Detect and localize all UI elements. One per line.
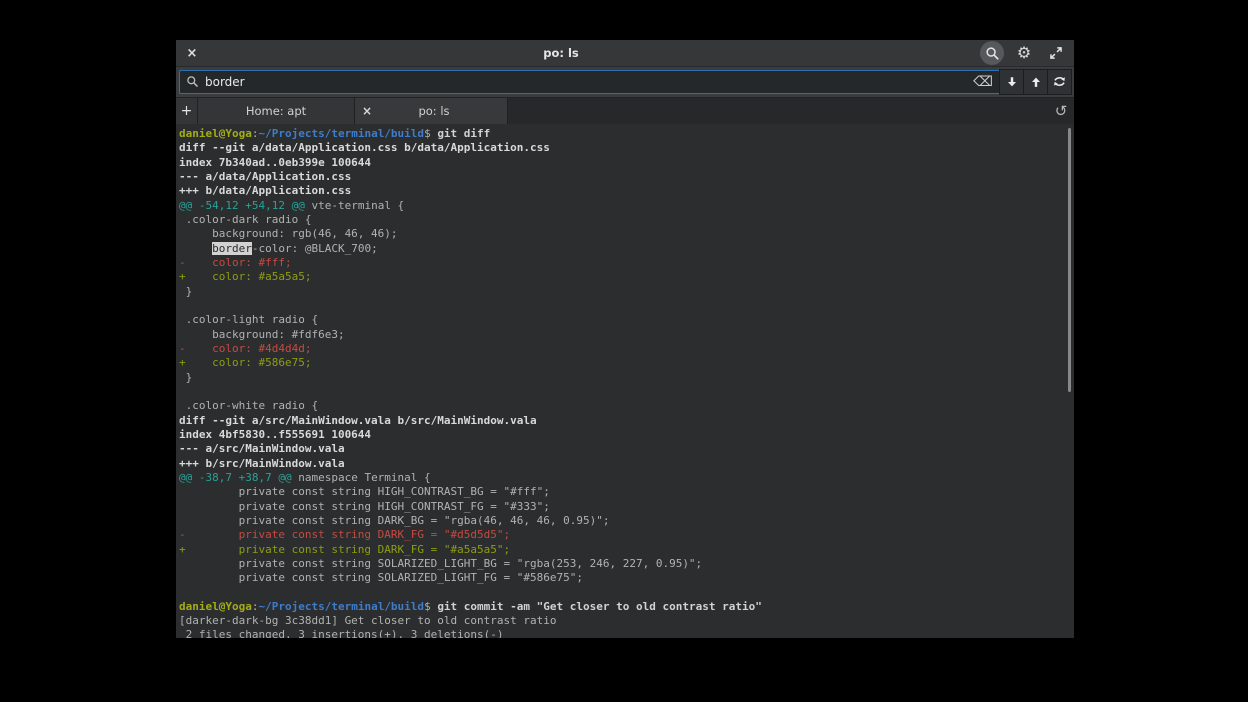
terminal-output: daniel@Yoga:~/Projects/terminal/build$ g… xyxy=(179,127,1074,638)
terminal-line: private const string SOLARIZED_LIGHT_FG … xyxy=(179,571,1074,585)
terminal-window: × po: ls ⚙ xyxy=(176,40,1074,638)
close-icon: × xyxy=(362,104,372,118)
terminal-line: private const string HIGH_CONTRAST_BG = … xyxy=(179,485,1074,499)
session-history-button[interactable]: ↺ xyxy=(1048,98,1074,124)
tab-close-button[interactable]: × xyxy=(355,104,379,118)
close-session-button[interactable]: × xyxy=(182,43,202,63)
terminal-line xyxy=(179,385,1074,399)
terminal-line: private const string SOLARIZED_LIGHT_BG … xyxy=(179,557,1074,571)
terminal-line: background: #fdf6e3; xyxy=(179,328,1074,342)
tab-bar: + Home: apt × po: ls ↺ xyxy=(176,98,1074,124)
search-icon xyxy=(985,46,1000,61)
scrollbar-thumb[interactable] xyxy=(1068,128,1071,392)
expand-icon xyxy=(1049,46,1063,60)
terminal-line: private const string DARK_BG = "rgba(46,… xyxy=(179,514,1074,528)
cycle-arrows-icon xyxy=(1052,74,1067,89)
terminal-line: - color: #4d4d4d; xyxy=(179,342,1074,356)
terminal-line: daniel@Yoga:~/Projects/terminal/build$ g… xyxy=(179,600,1074,614)
maximize-button[interactable] xyxy=(1044,41,1068,65)
terminal-line xyxy=(179,586,1074,600)
terminal-line: } xyxy=(179,285,1074,299)
search-bar: ⌫ xyxy=(176,67,1074,98)
terminal-line: - color: #fff; xyxy=(179,256,1074,270)
search-icon xyxy=(186,75,199,88)
terminal-line: .color-dark radio { xyxy=(179,213,1074,227)
terminal-line: .color-light radio { xyxy=(179,313,1074,327)
terminal-line: index 7b340ad..0eb399e 100644 xyxy=(179,156,1074,170)
history-clock-icon: ↺ xyxy=(1055,102,1068,120)
terminal-line: - private const string DARK_FG = "#d5d5d… xyxy=(179,528,1074,542)
terminal-viewport[interactable]: daniel@Yoga:~/Projects/terminal/build$ g… xyxy=(176,124,1074,638)
clear-search-icon[interactable]: ⌫ xyxy=(973,75,993,89)
settings-button[interactable]: ⚙ xyxy=(1012,41,1036,65)
new-tab-button[interactable]: + xyxy=(176,98,198,124)
terminal-line: diff --git a/data/Application.css b/data… xyxy=(179,141,1074,155)
terminal-line xyxy=(179,299,1074,313)
titlebar: × po: ls ⚙ xyxy=(176,40,1074,67)
gear-icon: ⚙ xyxy=(1017,45,1031,61)
terminal-line: --- a/src/MainWindow.vala xyxy=(179,442,1074,456)
search-entry[interactable]: ⌫ xyxy=(179,70,1000,94)
terminal-line: background: rgb(46, 46, 46); xyxy=(179,227,1074,241)
terminal-line: 2 files changed, 3 insertions(+), 3 dele… xyxy=(179,628,1074,638)
terminal-line: --- a/data/Application.css xyxy=(179,170,1074,184)
find-previous-button[interactable] xyxy=(1023,69,1048,95)
plus-icon: + xyxy=(181,103,193,119)
find-next-button[interactable] xyxy=(999,69,1024,95)
window-title: po: ls xyxy=(202,46,980,60)
tab-po-ls[interactable]: × po: ls xyxy=(355,98,508,124)
terminal-line: @@ -38,7 +38,7 @@ namespace Terminal { xyxy=(179,471,1074,485)
terminal-line: private const string HIGH_CONTRAST_FG = … xyxy=(179,500,1074,514)
wrap-search-button[interactable] xyxy=(1047,69,1072,95)
terminal-line: + private const string DARK_FG = "#a5a5a… xyxy=(179,543,1074,557)
search-input[interactable] xyxy=(205,75,967,89)
terminal-line: border-color: @BLACK_700; xyxy=(179,242,1074,256)
tab-home-apt[interactable]: Home: apt xyxy=(198,98,355,124)
terminal-line: } xyxy=(179,371,1074,385)
close-icon: × xyxy=(187,46,198,61)
terminal-line: @@ -54,12 +54,12 @@ vte-terminal { xyxy=(179,199,1074,213)
arrow-down-icon xyxy=(1005,75,1019,89)
arrow-up-icon xyxy=(1029,75,1043,89)
terminal-line: + color: #a5a5a5; xyxy=(179,270,1074,284)
tab-label: po: ls xyxy=(379,104,507,118)
terminal-line: .color-white radio { xyxy=(179,399,1074,413)
terminal-line: +++ b/data/Application.css xyxy=(179,184,1074,198)
terminal-line: + color: #586e75; xyxy=(179,356,1074,370)
terminal-line: diff --git a/src/MainWindow.vala b/src/M… xyxy=(179,414,1074,428)
search-toggle-button[interactable] xyxy=(980,41,1004,65)
tab-label: Home: apt xyxy=(246,104,306,118)
terminal-line: daniel@Yoga:~/Projects/terminal/build$ g… xyxy=(179,127,1074,141)
titlebar-actions: ⚙ xyxy=(980,41,1068,65)
terminal-line: index 4bf5830..f555691 100644 xyxy=(179,428,1074,442)
tab-bar-spacer xyxy=(508,98,1048,124)
terminal-line: +++ b/src/MainWindow.vala xyxy=(179,457,1074,471)
terminal-line: [darker-dark-bg 3c38dd1] Get closer to o… xyxy=(179,614,1074,628)
